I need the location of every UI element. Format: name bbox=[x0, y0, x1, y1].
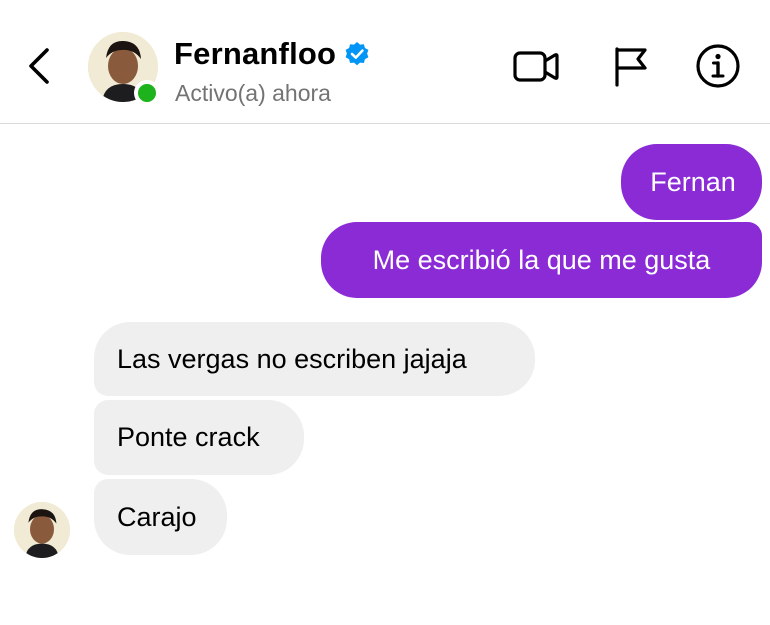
message-text: Ponte crack bbox=[117, 422, 260, 452]
video-call-button[interactable] bbox=[512, 42, 560, 90]
info-icon bbox=[696, 44, 740, 88]
message-text: Las vergas no escriben jajaja bbox=[117, 343, 467, 374]
contact-avatar-button[interactable] bbox=[88, 32, 160, 106]
message-bubble-sent[interactable]: Fernan bbox=[621, 144, 762, 220]
message-text: Fernan bbox=[650, 166, 736, 197]
message-bubble-sent[interactable]: Me escribió la que me gusta bbox=[321, 222, 762, 298]
sender-avatar[interactable] bbox=[14, 502, 70, 558]
online-status-dot bbox=[134, 80, 160, 106]
contact-name: Fernanfloo bbox=[174, 36, 337, 71]
conversation-info-button[interactable] bbox=[694, 42, 742, 90]
message-bubble-received[interactable]: Carajo bbox=[94, 479, 227, 555]
activity-status: Activo(a) ahora bbox=[175, 80, 331, 106]
video-camera-icon bbox=[513, 51, 559, 82]
message-text: Me escribió la que me gusta bbox=[372, 244, 711, 275]
verified-badge-icon bbox=[345, 42, 369, 66]
chat-header: Fernanfloo Activo(a) ahora bbox=[0, 0, 770, 124]
flag-icon bbox=[615, 47, 647, 87]
message-bubble-received[interactable]: Las vergas no escriben jajaja bbox=[94, 322, 535, 396]
chevron-left-icon bbox=[29, 48, 49, 84]
back-button[interactable] bbox=[22, 46, 56, 86]
message-text: Carajo bbox=[117, 501, 197, 532]
message-bubble-received[interactable]: Ponte crack bbox=[94, 400, 304, 475]
contact-name-row[interactable]: Fernanfloo bbox=[174, 36, 370, 72]
report-button[interactable] bbox=[606, 42, 654, 90]
